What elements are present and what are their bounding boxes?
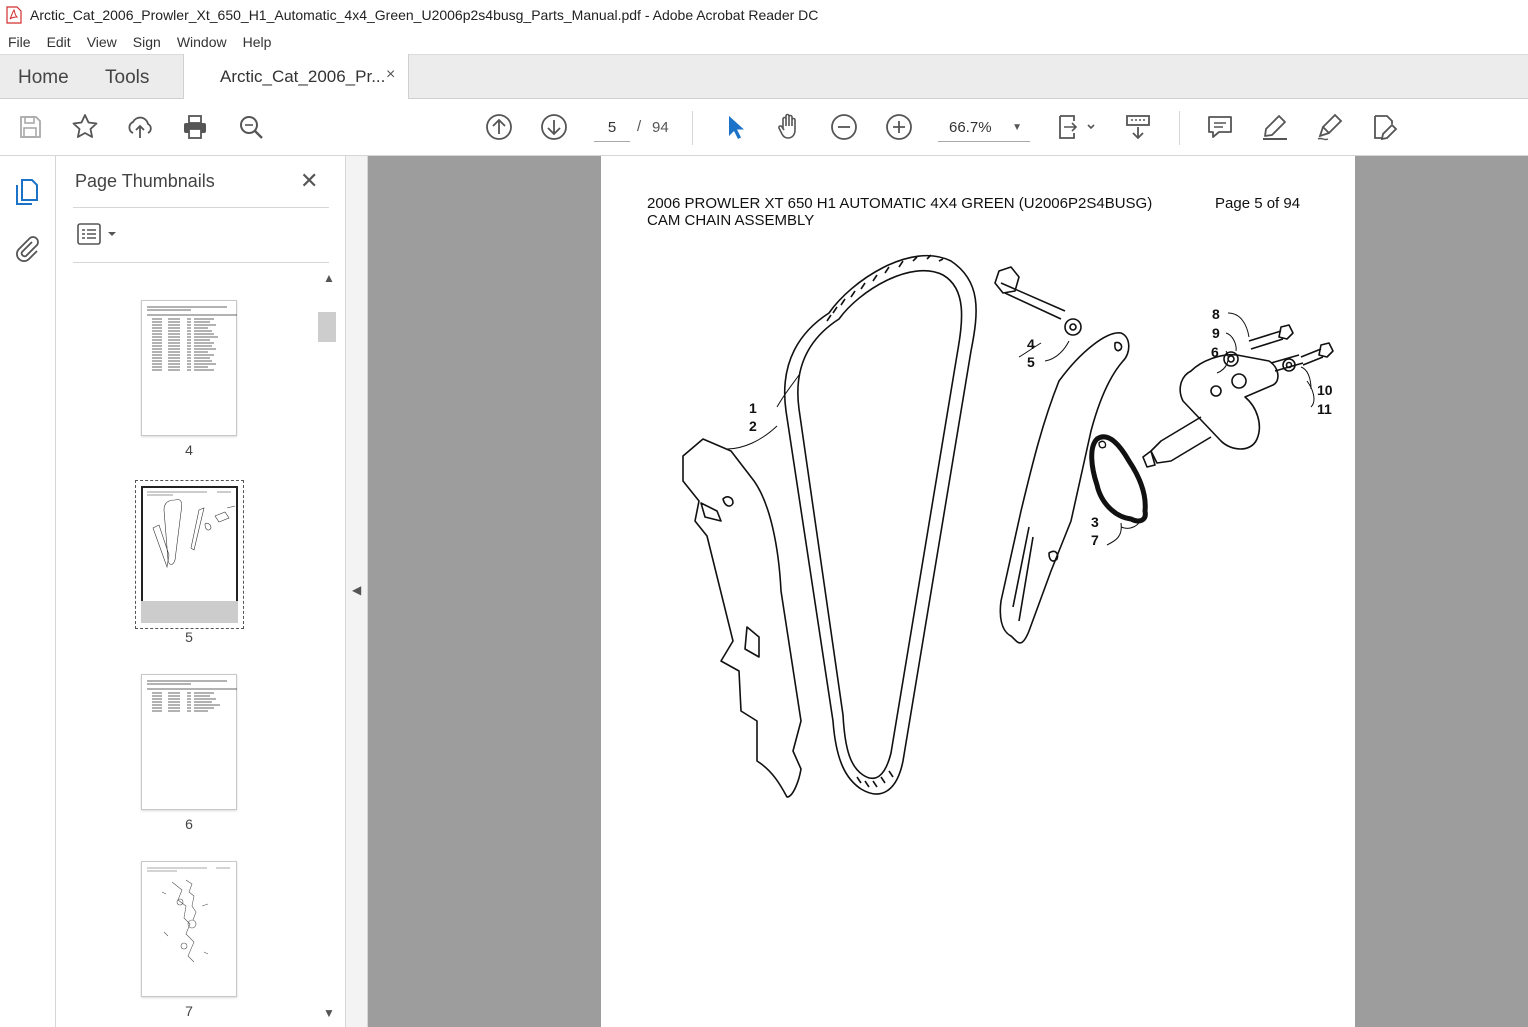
thumbnail-label: 6: [185, 816, 193, 832]
collapse-left-icon[interactable]: ◀: [352, 583, 361, 597]
chain-tensioner: [1179, 353, 1279, 450]
chevron-down-icon: ▼: [1012, 122, 1022, 133]
thumbnail-label: 4: [185, 442, 193, 458]
cam-chain-assembly-diagram: 1 2 4 5 8 9 6 10 11 3 7: [682, 254, 1334, 798]
next-page-icon[interactable]: [537, 110, 571, 144]
callout-label: 11: [1317, 401, 1332, 417]
menu-bar: File Edit View Sign Window Help: [0, 30, 1528, 54]
tab-document-label: Arctic_Cat_2006_Pr...: [220, 67, 386, 86]
gasket: [1089, 434, 1148, 524]
thumbnail-preview: [147, 867, 230, 963]
bookmark-star-icon[interactable]: [68, 110, 102, 144]
menu-file[interactable]: File: [0, 34, 39, 50]
thumbnail-label: 5: [185, 629, 193, 645]
cam-chain: [783, 254, 977, 795]
callout-label: 9: [1212, 325, 1220, 341]
callout-label: 2: [749, 418, 757, 434]
page-header-title: 2006 PROWLER XT 650 H1 AUTOMATIC 4X4 GRE…: [647, 195, 1153, 212]
menu-window[interactable]: Window: [169, 34, 235, 50]
left-navigation-rail: [0, 156, 56, 1027]
scrollbar-thumb[interactable]: [318, 312, 336, 342]
close-tab-icon[interactable]: ×: [386, 66, 395, 84]
close-icon[interactable]: ✕: [300, 168, 318, 194]
page-counter-text: Page 5 of 94: [1215, 195, 1301, 212]
bolt: [1000, 282, 1066, 320]
thumbnail-viewport-indicator: [141, 601, 238, 623]
window-title: Arctic_Cat_2006_Prowler_Xt_650_H1_Automa…: [30, 7, 819, 23]
comment-icon[interactable]: [1203, 110, 1237, 144]
cam-chain-inner: [797, 269, 963, 780]
thumbnail-label: 7: [185, 1003, 193, 1019]
select-cursor-icon[interactable]: [717, 110, 751, 144]
callout-label: 1: [749, 400, 757, 416]
print-icon[interactable]: [178, 110, 212, 144]
title-bar: Arctic_Cat_2006_Prowler_Xt_650_H1_Automa…: [0, 0, 1528, 30]
thumbnail-list: 4 5 6 7: [56, 263, 318, 1027]
sign-pen-icon[interactable]: [1313, 110, 1347, 144]
page-subtitle: CAM CHAIN ASSEMBLY: [647, 212, 815, 229]
total-pages: 94: [652, 119, 669, 136]
zoom-in-icon[interactable]: [882, 110, 916, 144]
page-thumbnails-icon[interactable]: [11, 176, 43, 208]
toolbar-divider: [1179, 111, 1180, 145]
tab-tools[interactable]: Tools: [105, 67, 149, 89]
callout-label: 6: [1211, 344, 1219, 360]
thumbnail-scrollbar[interactable]: ▲ ▼: [318, 263, 340, 1027]
document-viewport[interactable]: 2006 PROWLER XT 650 H1 AUTOMATIC 4X4 GRE…: [368, 156, 1528, 1027]
thumbnail-options-icon[interactable]: [76, 221, 120, 247]
thumbnail-preview: [147, 306, 237, 371]
callout-label: 7: [1091, 532, 1099, 548]
toolbar-divider: [692, 111, 693, 145]
thumbnail-page-4[interactable]: [141, 300, 237, 436]
tab-document[interactable]: Arctic_Cat_2006_Pr... ×: [183, 54, 409, 100]
scroll-mode-icon[interactable]: [1121, 110, 1155, 144]
save-icon[interactable]: [13, 110, 47, 144]
divider: [73, 207, 329, 208]
callout-label: 3: [1091, 514, 1099, 530]
menu-sign[interactable]: Sign: [125, 34, 169, 50]
hand-tool-icon[interactable]: [772, 110, 806, 144]
panel-title: Page Thumbnails: [75, 171, 215, 191]
menu-edit[interactable]: Edit: [39, 34, 79, 50]
thumbnail-page-7[interactable]: [141, 861, 237, 997]
fit-page-icon[interactable]: [1053, 110, 1101, 144]
chain-guide-right: [999, 332, 1130, 644]
callout-label: 10: [1317, 382, 1333, 398]
zoom-level-select[interactable]: 66.7% ▼: [938, 114, 1030, 142]
thumbnail-preview: [147, 680, 237, 712]
edit-document-icon[interactable]: [1368, 110, 1402, 144]
page-thumbnails-panel: Page Thumbnails ✕ 4 5 6 7 ▲ ▼: [56, 156, 345, 1027]
toolbar: 5 / 94 66.7% ▼: [0, 99, 1528, 156]
search-zoom-icon[interactable]: [234, 110, 268, 144]
tab-home[interactable]: Home: [18, 67, 69, 89]
previous-page-icon[interactable]: [482, 110, 516, 144]
menu-help[interactable]: Help: [235, 34, 280, 50]
attachment-icon[interactable]: [11, 232, 43, 264]
thumbnail-preview: [147, 491, 236, 569]
page-number-input[interactable]: 5: [594, 114, 630, 142]
zoom-level-value: 66.7%: [949, 119, 992, 136]
scroll-up-icon[interactable]: ▲: [323, 271, 335, 285]
thumbnail-page-6[interactable]: [141, 674, 237, 810]
callout-label: 5: [1027, 354, 1035, 370]
panel-collapse-handle[interactable]: ◀: [345, 156, 368, 1027]
pdf-file-icon: [6, 6, 22, 24]
zoom-out-icon[interactable]: [827, 110, 861, 144]
pdf-page: 2006 PROWLER XT 650 H1 AUTOMATIC 4X4 GRE…: [601, 156, 1355, 1027]
chain-guide-left: [682, 438, 802, 798]
callout-label: 8: [1212, 306, 1220, 322]
scroll-down-icon[interactable]: ▼: [323, 1006, 335, 1020]
upload-cloud-icon[interactable]: [123, 110, 157, 144]
highlight-pen-icon[interactable]: [1258, 110, 1292, 144]
callout-label: 4: [1027, 336, 1035, 352]
page-separator: /: [637, 118, 642, 135]
menu-view[interactable]: View: [79, 34, 125, 50]
tab-bar: Home Tools Arctic_Cat_2006_Pr... ×: [0, 54, 1528, 100]
